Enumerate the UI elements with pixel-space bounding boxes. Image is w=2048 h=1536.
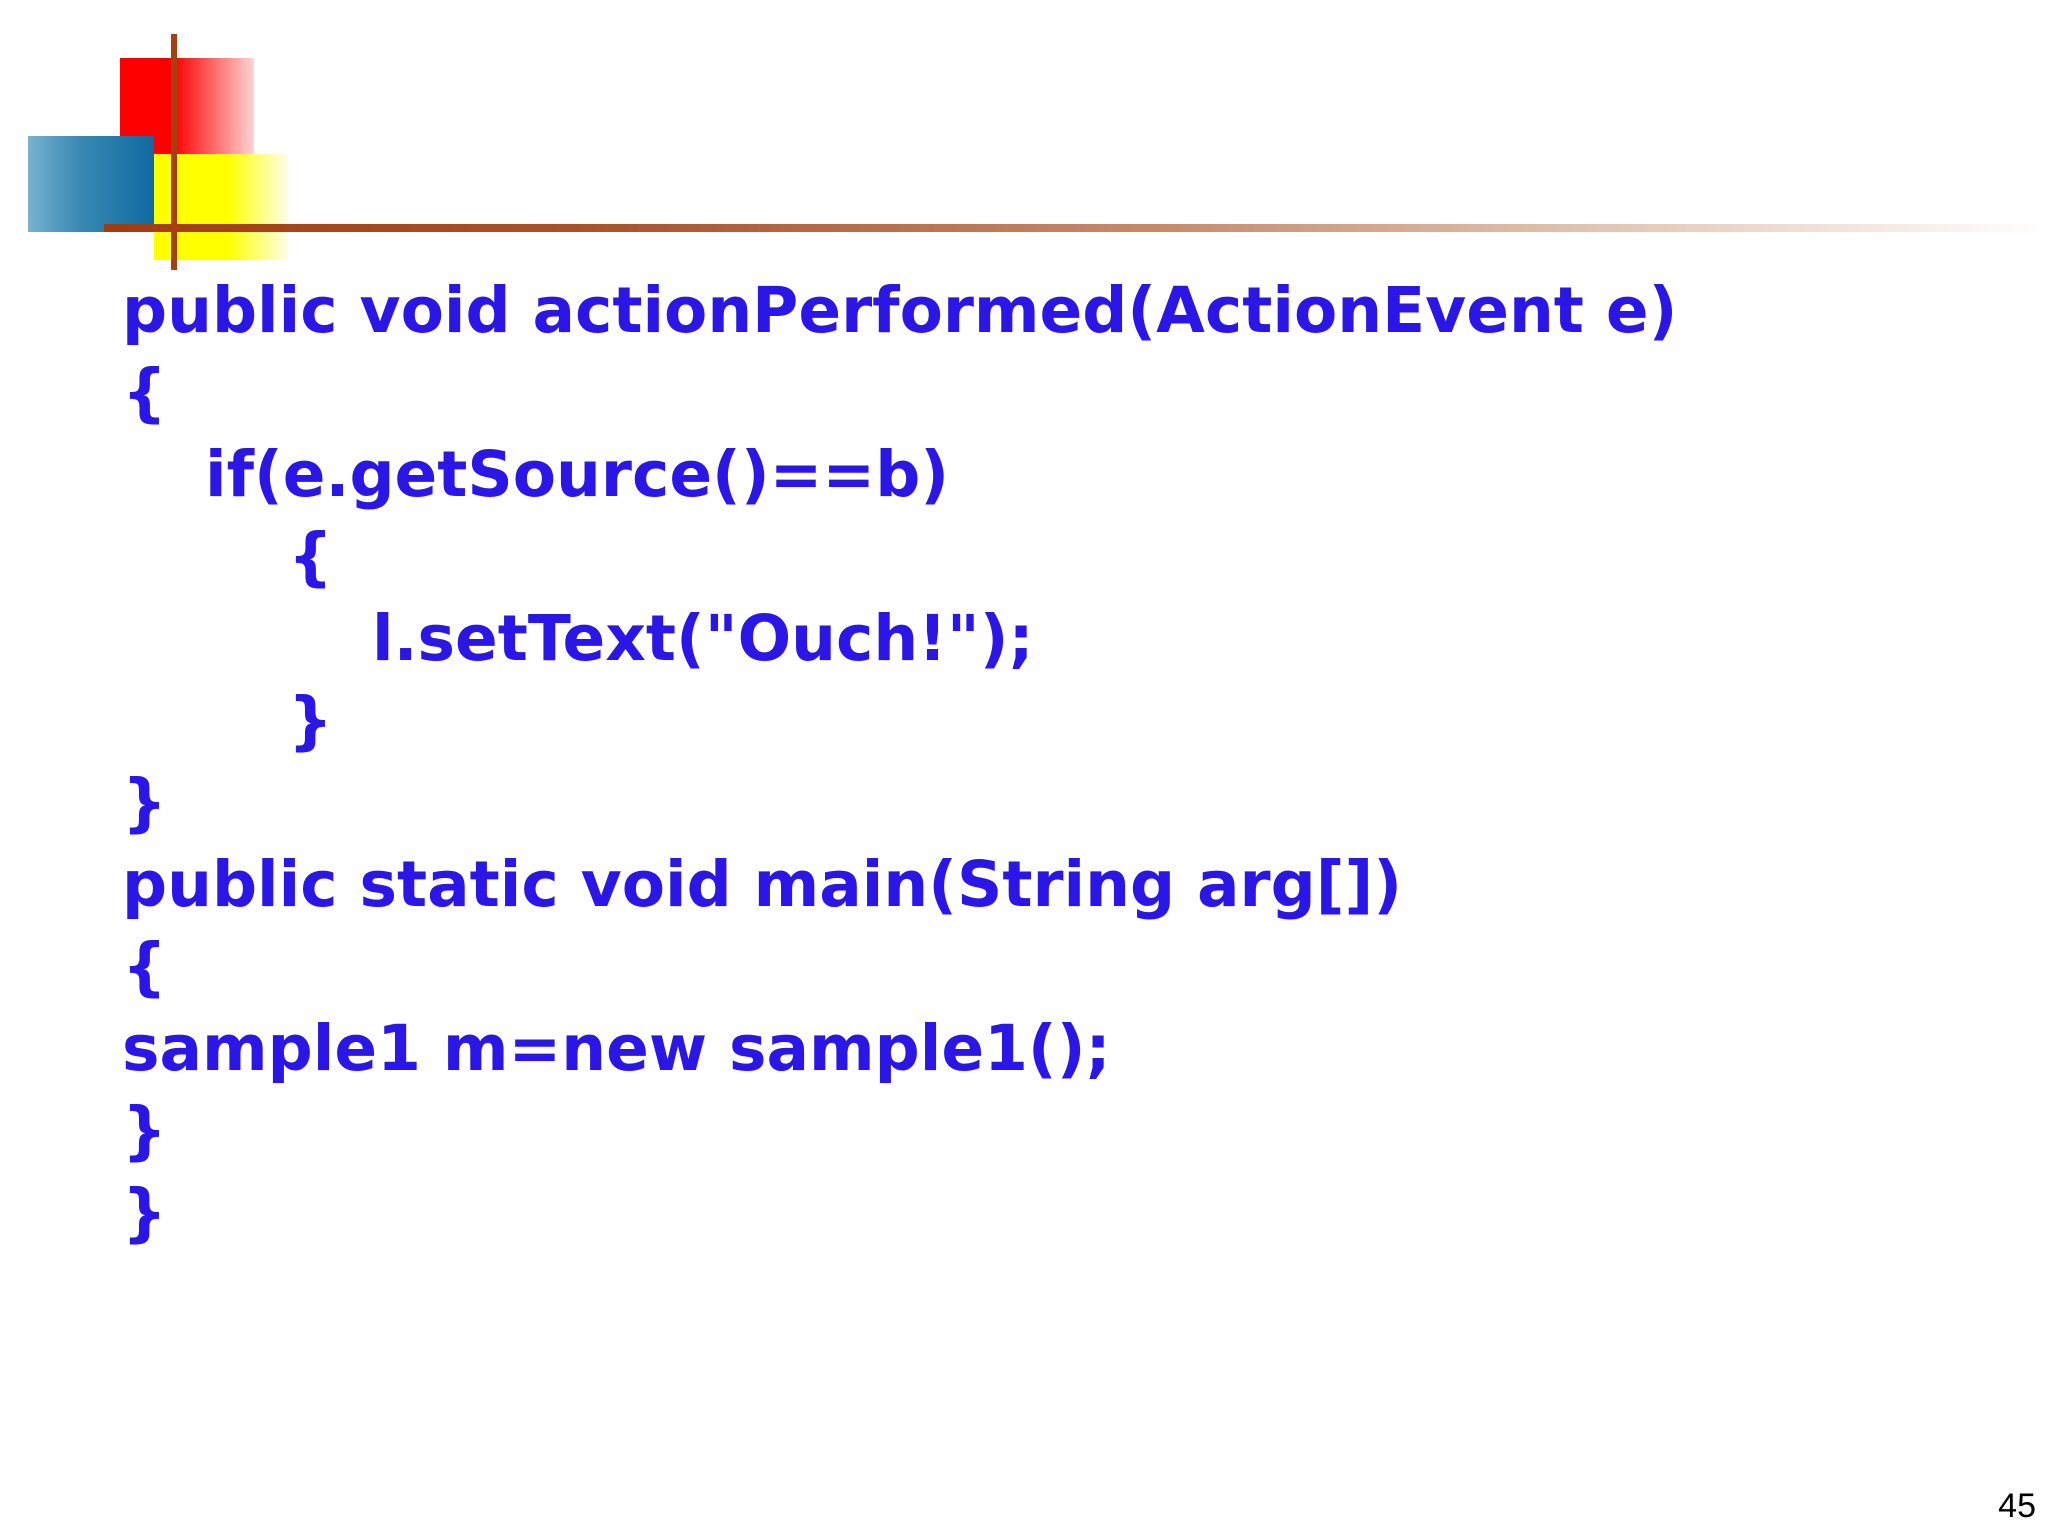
slide: public void actionPerformed(ActionEvent … xyxy=(0,0,2048,1536)
code-line: { xyxy=(122,930,167,1003)
code-line: } xyxy=(122,1176,167,1249)
code-line: { xyxy=(288,520,333,593)
code-line: public static void main(String arg[]) xyxy=(122,848,1403,921)
code-line: sample1 m=new sample1(); xyxy=(122,1012,1111,1085)
code-line: } xyxy=(122,1094,167,1167)
slide-number: 45 xyxy=(1998,1487,2036,1525)
code-line: l.setText("Ouch!"); xyxy=(372,602,1034,675)
code-line: } xyxy=(122,766,167,839)
code-line: if(e.getSource()==b) xyxy=(205,438,950,511)
decoration-vertical-rule xyxy=(171,34,177,270)
code-line: public void actionPerformed(ActionEvent … xyxy=(122,274,1678,347)
code-block: public void actionPerformed(ActionEvent … xyxy=(122,270,1677,1254)
code-line: { xyxy=(122,356,167,429)
decoration-horizontal-rule xyxy=(104,224,2048,232)
code-line: } xyxy=(288,684,333,757)
decoration-blue-square xyxy=(28,136,154,232)
